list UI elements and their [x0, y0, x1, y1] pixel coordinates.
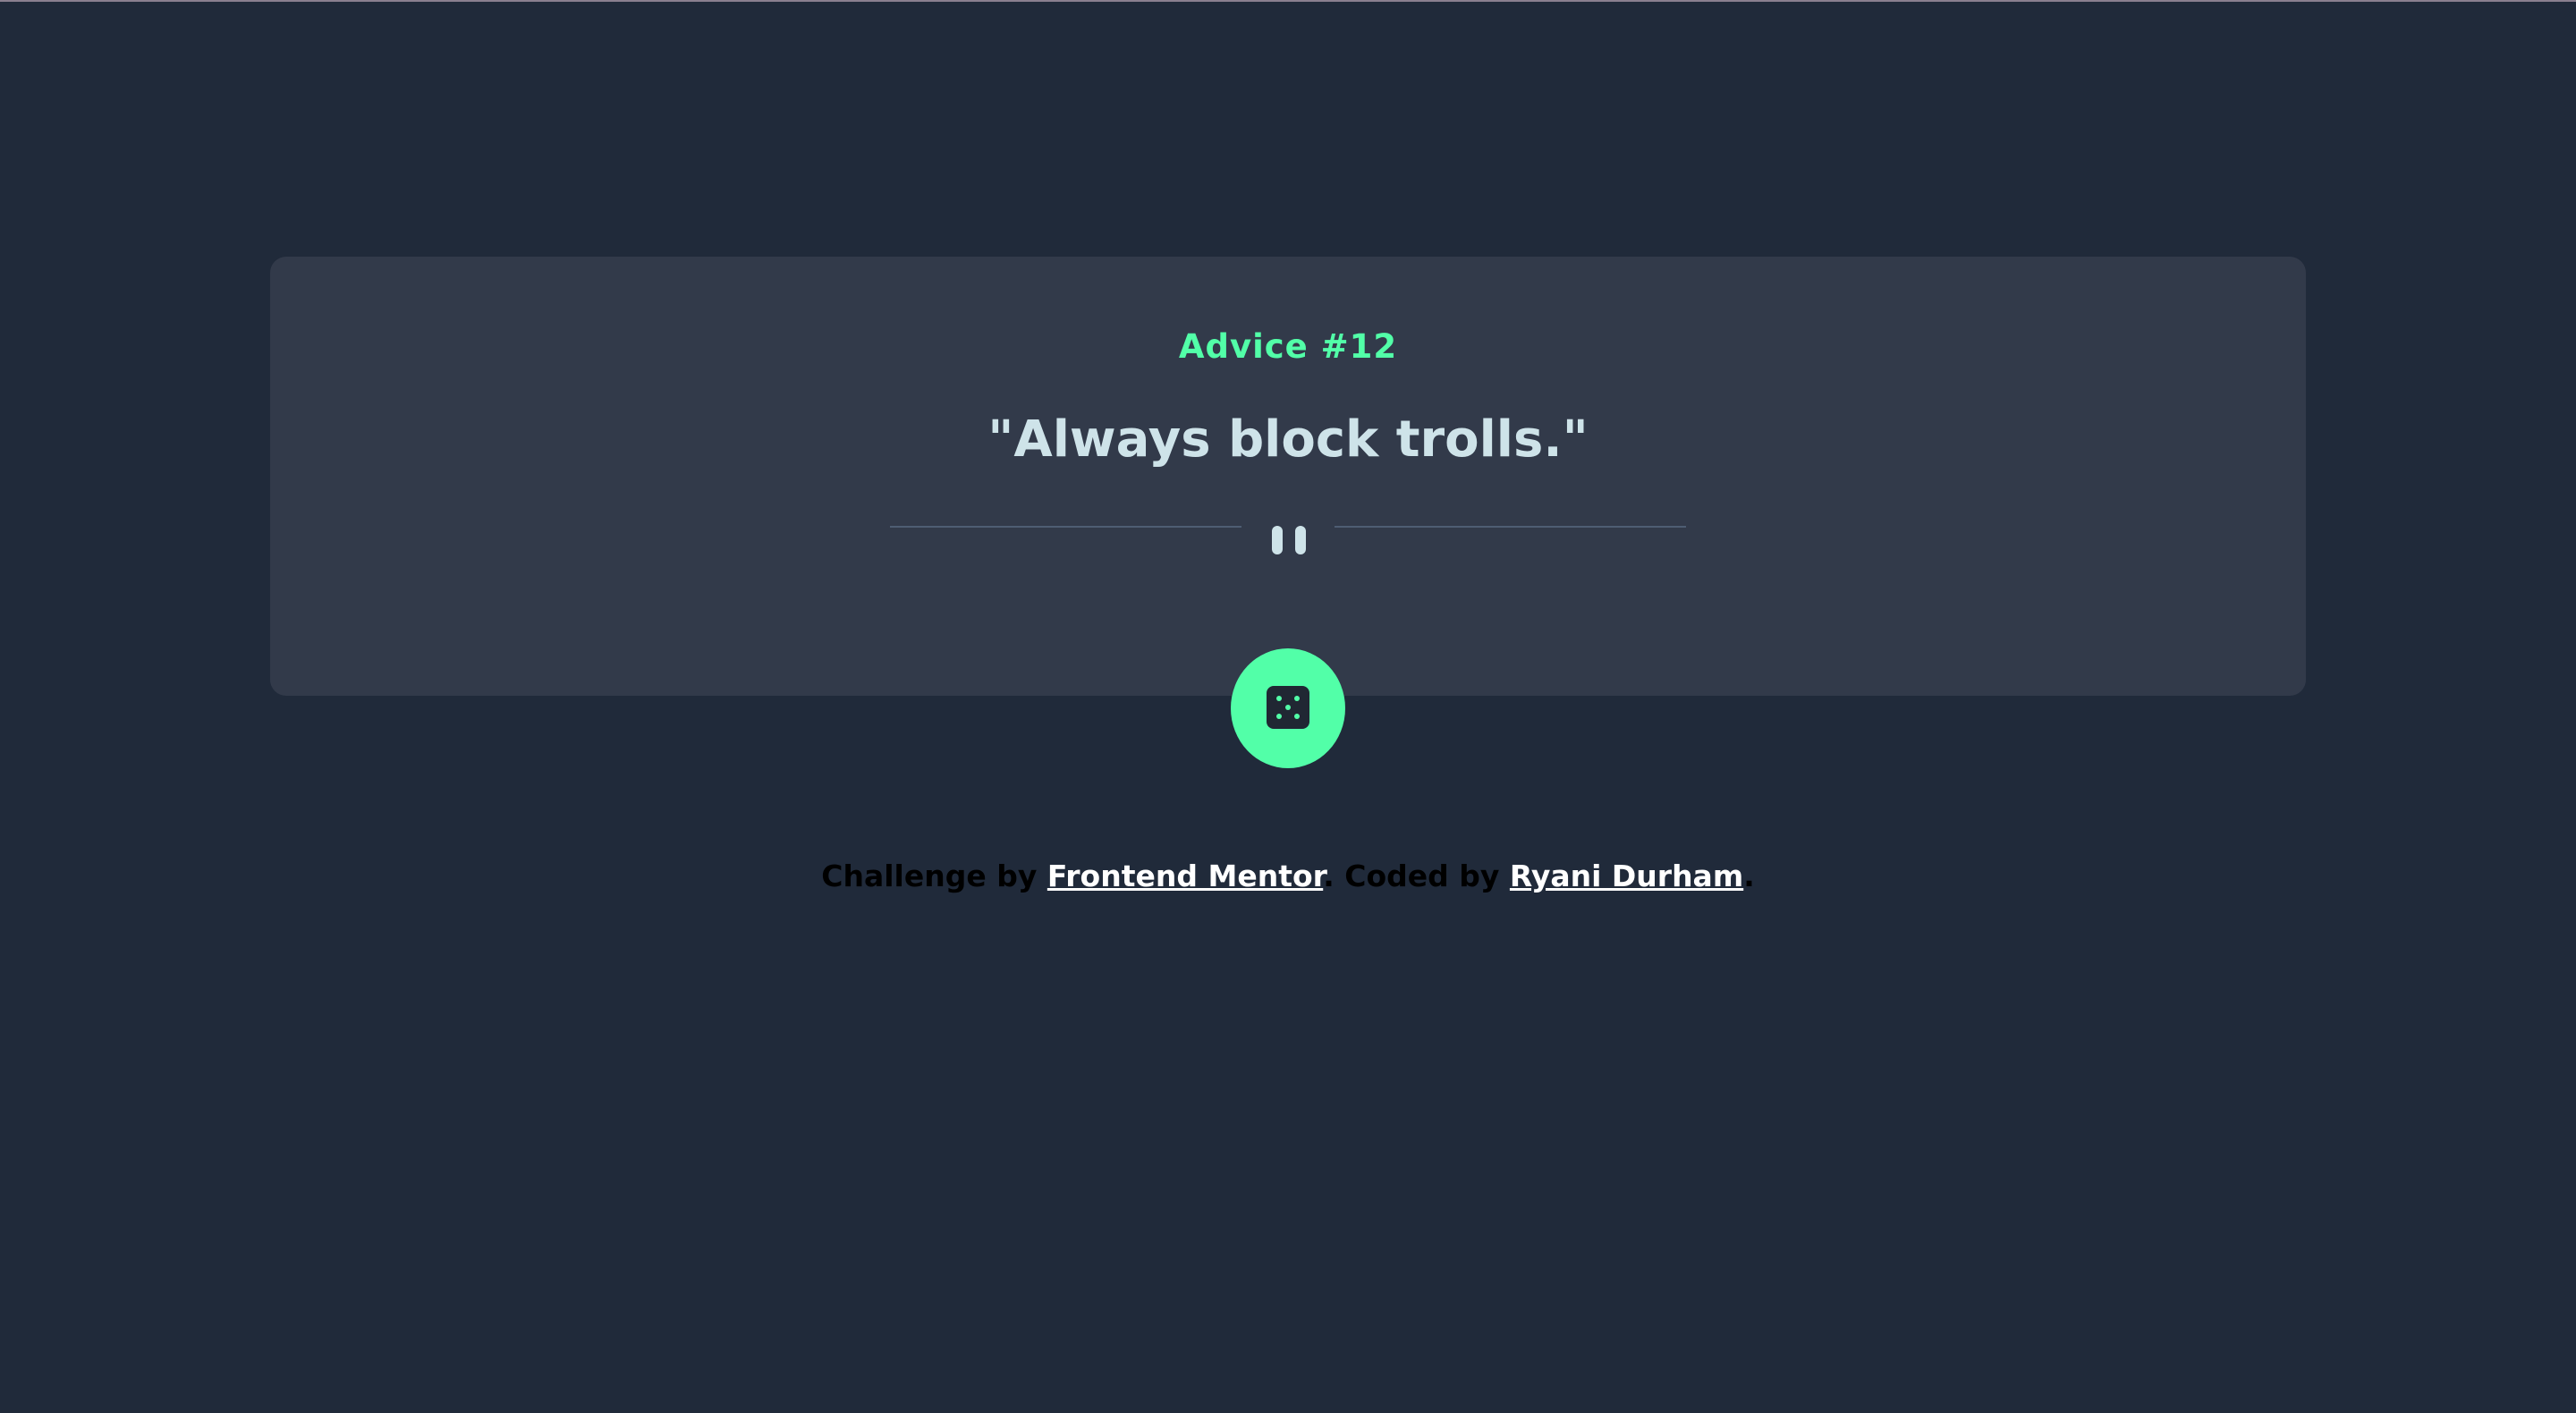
- advice-title: Advice #12: [1178, 327, 1398, 366]
- pause-bar-left: [1272, 526, 1283, 554]
- coded-prefix: Coded by: [1344, 859, 1500, 893]
- advice-card: Advice #12 "Always block trolls.": [270, 257, 2306, 696]
- frontend-mentor-link[interactable]: Frontend Mentor: [1047, 859, 1323, 893]
- dice-icon: [1267, 686, 1309, 729]
- challenge-prefix: Challenge by: [821, 859, 1038, 893]
- divider-line-right: [1335, 526, 1686, 528]
- attribution: Challenge by Frontend Mentor. Coded by R…: [0, 859, 2576, 893]
- new-advice-button[interactable]: [1231, 648, 1345, 768]
- advice-quote: "Always block trolls.": [987, 410, 1589, 469]
- divider-line-left: [890, 526, 1241, 528]
- attribution-separator: .: [1323, 859, 1335, 893]
- pause-bar-right: [1295, 526, 1306, 554]
- pause-icon: [1268, 526, 1308, 554]
- author-link[interactable]: Ryani Durham: [1510, 859, 1743, 893]
- attribution-end: .: [1743, 859, 1755, 893]
- top-border: [0, 0, 2576, 2]
